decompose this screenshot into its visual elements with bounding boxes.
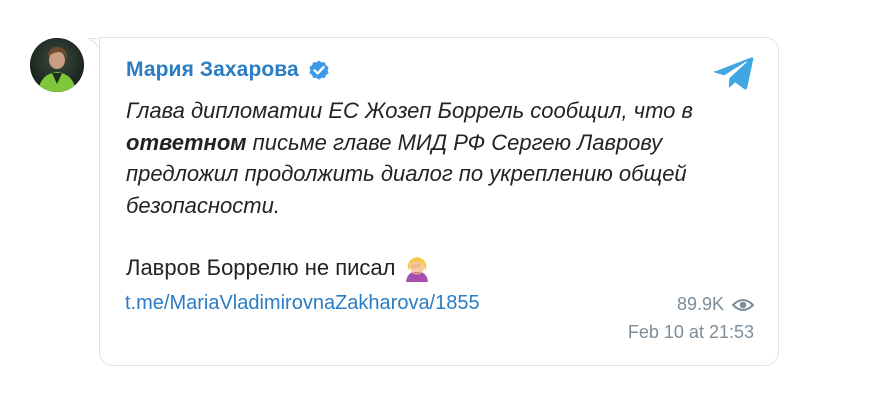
post-text-line-2: Лавров Борре­лю не писал — [126, 255, 396, 280]
post-text-bold: ответном — [126, 129, 247, 155]
author-avatar[interactable] — [30, 38, 84, 92]
post-date[interactable]: Feb 10 at 21:53 — [628, 322, 754, 343]
telegram-post-embed: Мария Захарова Глава дипломатии ЕС Жозеп… — [0, 0, 878, 405]
author-name[interactable]: Мария Захарова — [126, 58, 299, 82]
post-paragraph-2: Лавров Борре­лю не писал — [126, 252, 756, 284]
post-text-part-1: Глава дипломатии ЕС Жозеп Боррель сообщи… — [126, 98, 693, 123]
eye-icon — [732, 298, 754, 311]
post-views: 89.9K — [677, 294, 754, 315]
post-link[interactable]: t.me/MariaVladimirovnaZakharova/1855 — [125, 292, 480, 315]
facepalm-woman-emoji — [405, 256, 428, 282]
post-paragraph-1: Глава дипломатии ЕС Жозеп Боррель сообщи… — [126, 95, 756, 221]
telegram-plane-icon[interactable] — [714, 56, 754, 90]
post-message: Глава дипломатии ЕС Жозеп Боррель сообщи… — [126, 95, 756, 284]
avatar-image — [30, 38, 84, 92]
verified-badge-icon — [309, 60, 329, 80]
post-header: Мария Захарова — [126, 58, 331, 82]
views-count: 89.9K — [676, 294, 724, 314]
